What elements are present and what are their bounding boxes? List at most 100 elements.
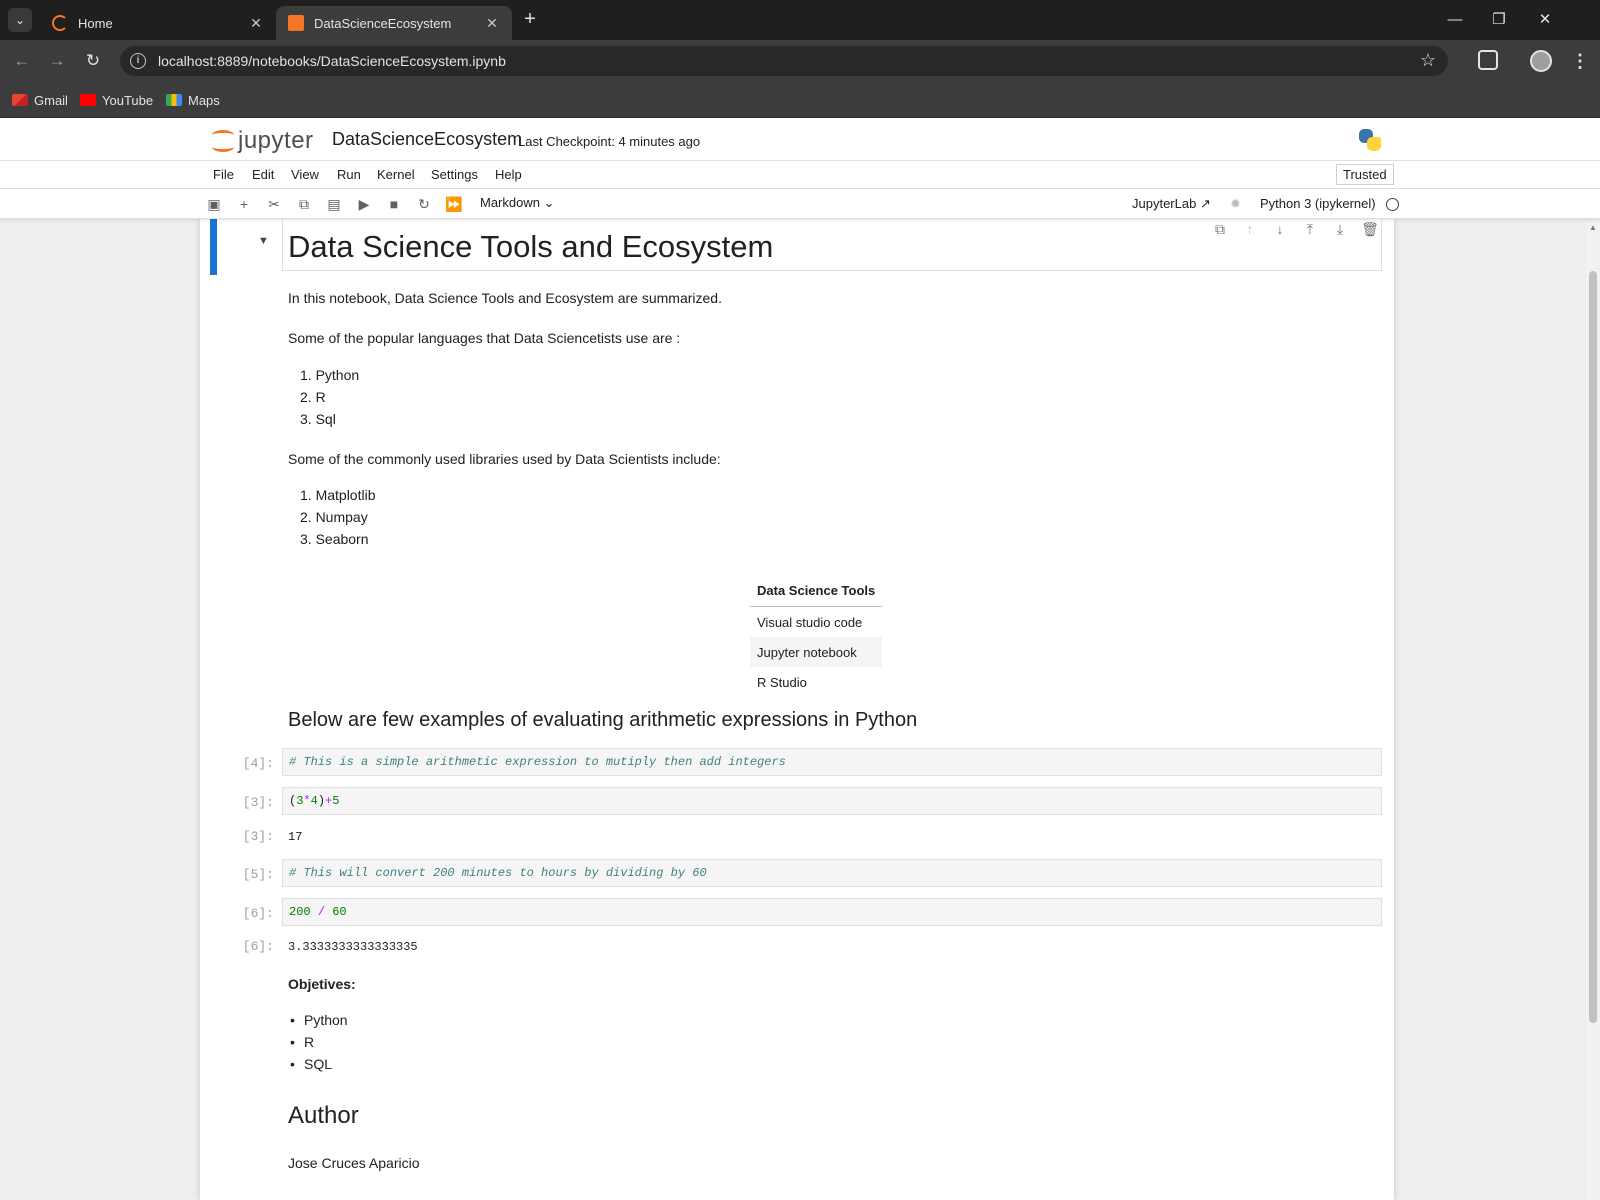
cell-type-value: Markdown — [480, 195, 540, 210]
tab-search-chevron-icon[interactable]: ⌄ — [8, 8, 32, 32]
output-prompt: [6]: — [242, 939, 274, 954]
kernel-status-icon — [1386, 198, 1399, 211]
move-up-icon[interactable]: ↑ — [1240, 221, 1260, 237]
list-item: 3. Seaborn — [300, 531, 369, 547]
menu-settings[interactable]: Settings — [431, 167, 478, 182]
youtube-icon — [80, 94, 96, 106]
window-close-icon[interactable]: ✕ — [1530, 8, 1560, 32]
insert-above-icon[interactable]: ⤒ — [1300, 221, 1320, 238]
trusted-badge[interactable]: Trusted — [1336, 164, 1394, 185]
restore-icon[interactable]: ❐ — [1484, 8, 1514, 32]
insert-cell-plus-icon[interactable]: + — [234, 194, 254, 214]
new-tab-plus-icon[interactable]: + — [518, 8, 542, 32]
browser-tab-strip: ⌄ Home ✕ DataScienceEcosystem ✕ + — ❐ ✕ — [0, 0, 1600, 40]
jupyter-favicon-icon — [52, 15, 68, 31]
jupyter-logo-icon — [212, 128, 234, 154]
delete-cell-icon[interactable]: 🗑 — [1360, 221, 1380, 238]
extensions-icon[interactable] — [1478, 50, 1498, 70]
cell-prompt: [5]: — [242, 867, 274, 882]
bookmark-youtube[interactable]: YouTube — [80, 90, 153, 110]
cell-type-select[interactable]: Markdown ⌄ — [480, 195, 555, 211]
cell-prompt: [4]: — [242, 756, 274, 771]
output-prompt: [3]: — [242, 829, 274, 844]
code-cell-input[interactable]: # This is a simple arithmetic expression… — [282, 748, 1382, 776]
browser-tab-home[interactable]: Home ✕ — [40, 6, 276, 40]
reload-icon[interactable]: ↻ — [81, 49, 105, 73]
bookmark-star-icon[interactable]: ☆ — [1420, 50, 1436, 71]
interrupt-stop-icon[interactable]: ■ — [384, 194, 404, 214]
list-item: SQL — [290, 1056, 332, 1072]
cell-prompt: [3]: — [242, 795, 274, 810]
notebook-panel: ▼ ⧉ ↑ ↓ ⤒ ⤓ 🗑 Data Science Tools and Eco… — [200, 219, 1394, 1200]
list-item: R — [290, 1034, 314, 1050]
menu-run[interactable]: Run — [337, 167, 361, 182]
jupyterlab-link[interactable]: JupyterLab ↗ — [1132, 196, 1211, 212]
site-info-icon[interactable]: i — [130, 53, 146, 69]
minimize-icon[interactable]: — — [1440, 8, 1470, 32]
restart-icon[interactable]: ↻ — [414, 194, 434, 214]
jupyter-logo[interactable]: jupyter — [212, 126, 314, 156]
notebook-scrollbar[interactable]: ▲ — [1586, 219, 1600, 1200]
code-cell-input[interactable]: (3*4)+5 — [282, 787, 1382, 815]
tab-close-icon[interactable]: ✕ — [248, 15, 264, 32]
address-bar[interactable]: i localhost:8889/notebooks/DataScienceEc… — [120, 46, 1448, 76]
maps-icon — [166, 94, 182, 106]
kernel-name[interactable]: Python 3 (ipykernel) — [1260, 196, 1376, 211]
bookmark-label: YouTube — [102, 92, 154, 108]
profile-avatar[interactable] — [1530, 50, 1552, 72]
url-text[interactable]: localhost:8889/notebooks/DataScienceEcos… — [158, 53, 506, 69]
menu-file[interactable]: File — [213, 167, 234, 182]
objectives-label: Objetives: — [288, 976, 356, 992]
author-heading: Author — [288, 1102, 359, 1129]
notebook-toolbar: ▣ + ✂ ⧉ ▤ ▶ ■ ↻ ⏩ Markdown ⌄ JupyterLab … — [0, 189, 1600, 219]
list-item: 2. R — [300, 389, 326, 405]
bookmark-label: Maps — [188, 92, 220, 108]
notebook-favicon-icon — [288, 15, 304, 31]
copy-icon[interactable]: ⧉ — [294, 194, 314, 214]
scroll-up-arrow-icon[interactable]: ▲ — [1589, 223, 1597, 232]
list-item: 1. Python — [300, 367, 360, 383]
menu-edit[interactable]: Edit — [252, 167, 274, 182]
duplicate-cell-icon[interactable]: ⧉ — [1210, 221, 1230, 238]
code-cell-input[interactable]: # This will convert 200 minutes to hours… — [282, 859, 1382, 887]
notebook-title[interactable]: DataScienceEcosystem — [332, 129, 522, 150]
list-item: 1. Matplotlib — [300, 487, 376, 503]
run-play-icon[interactable]: ▶ — [354, 194, 374, 214]
insert-below-icon[interactable]: ⤓ — [1330, 221, 1350, 238]
menu-help[interactable]: Help — [495, 167, 522, 182]
jupyter-logo-text: jupyter — [238, 127, 314, 154]
code-text: (3*4)+5 — [289, 794, 340, 808]
code-comment: # This will convert 200 minutes to hours… — [289, 866, 707, 880]
tab-close-icon[interactable]: ✕ — [484, 15, 500, 32]
notebook-main-heading: Data Science Tools and Ecosystem — [288, 229, 774, 264]
browser-menu-icon[interactable]: ⋮ — [1570, 50, 1590, 72]
debugger-bug-icon[interactable]: ✹ — [1230, 196, 1241, 212]
code-cell-input[interactable]: 200 / 60 — [282, 898, 1382, 926]
bookmark-gmail[interactable]: Gmail — [12, 90, 68, 110]
browser-tab-notebook[interactable]: DataScienceEcosystem ✕ — [276, 6, 512, 40]
table-header: Data Science Tools — [750, 577, 883, 607]
list-item: Python — [290, 1012, 347, 1028]
list-item: 3. Sql — [300, 411, 336, 427]
menu-kernel[interactable]: Kernel — [377, 167, 415, 182]
cut-scissors-icon[interactable]: ✂ — [264, 194, 284, 214]
forward-arrow-icon[interactable]: → — [45, 49, 69, 73]
collapse-heading-icon[interactable]: ▼ — [258, 235, 269, 247]
arithmetic-heading: Below are few examples of evaluating ari… — [288, 709, 918, 731]
bookmark-maps[interactable]: Maps — [166, 90, 220, 110]
cell-output: 3.3333333333333335 — [288, 940, 418, 954]
table-cell: Visual studio code — [757, 615, 863, 630]
move-down-icon[interactable]: ↓ — [1270, 221, 1290, 237]
jupyterlab-link-label: JupyterLab — [1132, 196, 1197, 211]
back-arrow-icon[interactable]: ← — [10, 49, 34, 73]
cell-output: 17 — [288, 830, 303, 844]
tab-title: Home — [78, 15, 113, 31]
scrollbar-thumb[interactable] — [1589, 271, 1597, 1023]
menu-view[interactable]: View — [291, 167, 319, 182]
libraries-intro: Some of the commonly used libraries used… — [288, 451, 721, 467]
save-icon[interactable]: ▣ — [204, 194, 224, 214]
fast-forward-icon[interactable]: ⏩ — [444, 194, 464, 214]
paste-icon[interactable]: ▤ — [324, 194, 344, 214]
last-checkpoint: Last Checkpoint: 4 minutes ago — [518, 134, 701, 149]
cell-prompt: [6]: — [242, 906, 274, 921]
